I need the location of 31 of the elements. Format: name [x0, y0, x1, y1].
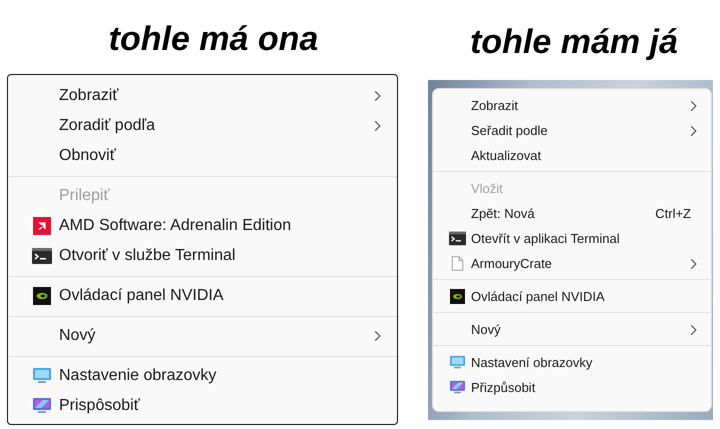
menu-item[interactable]: Otvoriť v službe Terminal	[8, 241, 397, 271]
caption: tohle má ona	[108, 19, 318, 60]
menu-item[interactable]: Ovládací panel NVIDIA	[433, 284, 711, 309]
menu-item[interactable]: Seřadit podle	[433, 118, 711, 143]
menu-item[interactable]: Zoradiť podľa	[8, 111, 397, 141]
menu-item[interactable]: Ovládací panel NVIDIA	[8, 281, 397, 311]
monitor-brush-icon	[448, 380, 466, 395]
menu-item[interactable]: Nový	[8, 321, 397, 351]
nvidia-logo-icon	[32, 287, 52, 305]
menu-item[interactable]: Nastavenie obrazovky	[8, 361, 397, 391]
menu-item[interactable]: ArmouryCrate	[433, 251, 711, 276]
monitor-brush-icon	[32, 397, 52, 415]
menu-item[interactable]: AMD Software: Adrenalin Edition	[8, 211, 397, 241]
menu-item[interactable]: Nový	[433, 317, 711, 342]
amd-logo-icon	[32, 217, 52, 235]
monitor-icon	[32, 367, 52, 385]
caption: tohle mám já	[470, 22, 678, 63]
menu-item[interactable]: Zpět: Nová Ctrl+Z	[433, 201, 711, 226]
menu-item[interactable]: Zobraziť	[8, 81, 397, 111]
terminal-icon	[32, 247, 52, 265]
menu-item[interactable]: Přizpůsobit	[433, 375, 711, 400]
terminal-icon	[448, 231, 466, 246]
menu-item[interactable]: Aktualizovat	[433, 143, 711, 168]
menu-item[interactable]: Zobrazit	[433, 93, 711, 118]
menu-item[interactable]: Obnoviť	[8, 141, 397, 171]
monitor-icon	[448, 355, 466, 370]
menu-item[interactable]: Nastavení obrazovky	[433, 350, 711, 375]
menu-item[interactable]: Prispôsobiť	[8, 391, 397, 421]
menu-item[interactable]: Otevřít v aplikaci Terminal	[433, 226, 711, 251]
shortcut-text: Ctrl+Z	[655, 206, 691, 221]
nvidia-logo-icon	[448, 289, 466, 304]
